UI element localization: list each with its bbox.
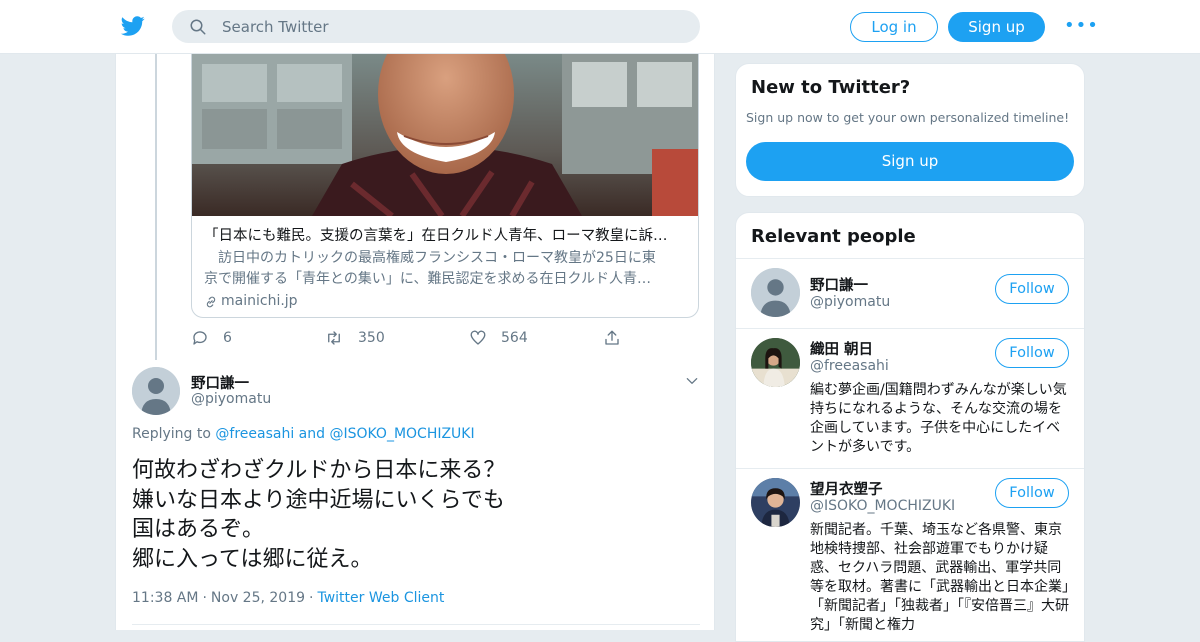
share-action[interactable] <box>603 329 621 347</box>
link-preview-card[interactable]: 「日本にも難民。支援の言葉を」在日クルド人青年、ローマ教皇に訴… 訪日中のカトリ… <box>191 54 699 318</box>
more-options-icon[interactable]: ••• <box>1064 17 1099 35</box>
sidebar-signup-button[interactable]: Sign up <box>746 142 1074 181</box>
tweet-text-line: 国はあるぞ。 <box>132 517 265 542</box>
link-preview-image <box>192 54 698 216</box>
meta-separator: · <box>309 590 314 606</box>
reply-mention-joiner: and <box>298 426 326 442</box>
link-card-description-line1: 訪日中のカトリックの最高権威フランシスコ・ローマ教皇が25日に東 <box>204 250 656 266</box>
link-card-description-line2: 京で開催する「青年との集い」に、難民認定を求める在日クルド人青… <box>204 271 652 287</box>
person-handle[interactable]: @piyomatu <box>810 294 890 310</box>
like-action[interactable]: 564 <box>469 329 603 347</box>
twitter-bird-logo-icon[interactable] <box>120 14 146 38</box>
tweet-author-name[interactable]: 野口謙一 <box>191 372 249 393</box>
tweet-time: 11:38 AM <box>132 590 199 606</box>
avatar[interactable] <box>132 367 180 415</box>
tweet-text-line: 嫌いな日本より途中近場にいくらでも <box>132 487 505 513</box>
replying-to-line: Replying to @freeasahi and @ISOKO_MOCHIZ… <box>132 426 475 442</box>
person-handle[interactable]: @ISOKO_MOCHIZUKI <box>810 498 955 514</box>
reply-action[interactable]: 6 <box>191 329 324 347</box>
search-input[interactable] <box>222 10 682 43</box>
tweet-timestamp-row: 11:38 AM · Nov 25, 2019 · Twitter Web Client <box>132 590 444 606</box>
new-to-twitter-subtitle: Sign up now to get your own personalized… <box>746 110 1070 125</box>
login-button[interactable]: Log in <box>850 12 938 42</box>
search-bar[interactable] <box>172 10 700 43</box>
new-to-twitter-title: New to Twitter? <box>751 77 911 98</box>
tweet-thread-column: 「日本にも難民。支援の言葉を」在日クルド人青年、ローマ教皇に訴… 訪日中のカトリ… <box>115 54 715 630</box>
reply-mention-link-2[interactable]: @ISOKO_MOCHIZUKI <box>329 426 474 442</box>
follow-button[interactable]: Follow <box>995 478 1069 508</box>
signup-button[interactable]: Sign up <box>948 12 1045 42</box>
link-icon <box>206 296 216 307</box>
avatar[interactable] <box>751 338 800 387</box>
reply-mention-link-1[interactable]: @freeasahi <box>215 426 294 442</box>
person-bio: 新聞記者。千葉、埼玉など各県警、東京地検特捜部、社会部遊軍でもりかけ疑惑、セクハ… <box>810 522 1069 633</box>
tweet-date: Nov 25, 2019 <box>210 590 306 606</box>
thread-connector-line <box>155 54 157 360</box>
reply-icon <box>193 331 207 345</box>
meta-separator: · <box>202 590 207 606</box>
share-icon <box>605 330 619 345</box>
search-icon <box>190 19 206 35</box>
tweet-text: 何故わざわざクルドから日本に来る？ 嫌いな日本より途中近場にいくらでも 国はある… <box>132 456 692 574</box>
link-card-domain: mainichi.jp <box>221 293 298 309</box>
person-name[interactable]: 織田 朝日 <box>810 338 873 359</box>
relevant-people-panel: Relevant people 野口謙一 @piyomatu Follow 織田… <box>735 212 1085 642</box>
heart-icon <box>470 330 486 345</box>
chevron-down-icon[interactable] <box>685 374 699 388</box>
person-card[interactable]: 野口謙一 @piyomatu Follow <box>736 258 1084 328</box>
person-name[interactable]: 野口謙一 <box>810 274 868 295</box>
retweet-icon <box>328 331 340 345</box>
tweet-source-link[interactable]: Twitter Web Client <box>317 590 444 606</box>
profile-photo <box>751 338 800 387</box>
like-count: 564 <box>501 330 528 346</box>
link-card-domain-row: mainichi.jp <box>204 291 688 312</box>
person-card[interactable]: 織田 朝日 @freeasahi Follow 編む夢企画/国籍問わずみんなが楽… <box>736 328 1084 468</box>
tweet-text-line: 郷に入っては郷に従え。 <box>132 546 373 572</box>
person-bio: 編む夢企画/国籍問わずみんなが楽しい気持ちになれるような、そんな交流の場を企画し… <box>810 382 1067 455</box>
divider <box>132 624 700 625</box>
follow-button[interactable]: Follow <box>995 274 1069 304</box>
tweet-author-handle[interactable]: @piyomatu <box>191 391 271 407</box>
default-avatar-icon <box>751 268 800 317</box>
top-navigation-bar: Log in Sign up ••• <box>0 0 1200 54</box>
follow-button[interactable]: Follow <box>995 338 1069 368</box>
person-name[interactable]: 望月衣塑子 <box>810 478 883 499</box>
new-to-twitter-panel: New to Twitter? Sign up now to get your … <box>735 63 1085 197</box>
retweet-action[interactable]: 350 <box>324 329 469 347</box>
link-card-title: 「日本にも難民。支援の言葉を」在日クルド人青年、ローマ教皇に訴… <box>204 228 668 244</box>
avatar[interactable] <box>751 268 800 317</box>
replying-to-label: Replying to <box>132 426 211 442</box>
relevant-people-title: Relevant people <box>751 226 916 247</box>
avatar[interactable] <box>751 478 800 527</box>
reply-count: 6 <box>223 330 232 346</box>
quoted-tweet-actions: 6 350 564 <box>191 326 621 350</box>
person-card[interactable]: 望月衣塑子 @ISOKO_MOCHIZUKI Follow 新聞記者。千葉、埼玉… <box>736 468 1084 641</box>
retweet-count: 350 <box>358 330 385 346</box>
person-handle[interactable]: @freeasahi <box>810 358 889 374</box>
profile-photo <box>751 478 800 527</box>
person-photo <box>192 54 698 216</box>
default-avatar-icon <box>132 367 180 415</box>
tweet-text-line: 何故わざわざクルドから日本に来る？ <box>132 458 506 483</box>
